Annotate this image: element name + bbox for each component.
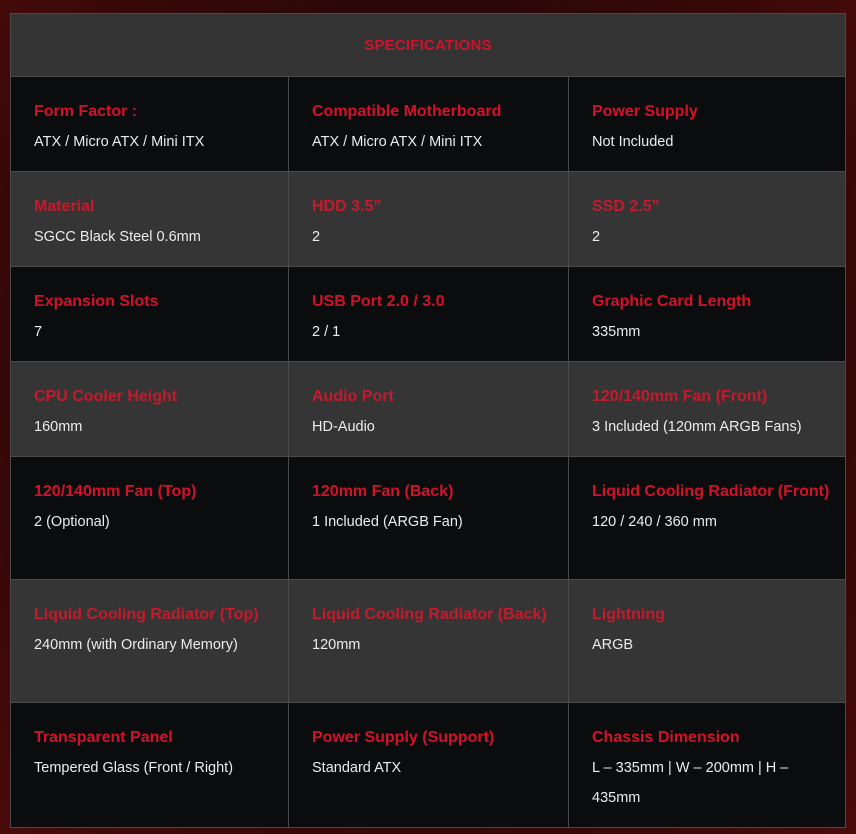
spec-label: HDD 3.5”	[312, 198, 382, 215]
spec-cell: 120/140mm Fan (Top) 2 (Optional)	[10, 456, 289, 580]
table-row: Material SGCC Black Steel 0.6mm HDD 3.5”…	[10, 171, 847, 267]
spec-cell: SSD 2.5” 2	[567, 171, 847, 267]
spec-cell: 120mm Fan (Back) 1 Included (ARGB Fan)	[288, 456, 569, 580]
spec-value: 2 / 1	[312, 324, 341, 340]
spec-cell: 120/140mm Fan (Front) 3 Included (120mm …	[567, 361, 847, 457]
spec-cell: Material SGCC Black Steel 0.6mm	[10, 171, 289, 267]
spec-label: Audio Port	[312, 388, 394, 405]
spec-cell: Power Supply Not Included	[567, 76, 847, 172]
table-header-row: SPECIFICATIONS	[9, 13, 847, 77]
spec-value: ATX / Micro ATX / Mini ITX	[312, 134, 483, 150]
table-row: 120/140mm Fan (Top) 2 (Optional) 120mm F…	[10, 456, 847, 580]
spec-value: 1 Included (ARGB Fan)	[312, 514, 463, 530]
table-row: Expansion Slots 7 USB Port 2.0 / 3.0 2 /…	[10, 266, 847, 362]
spec-label: Transparent Panel	[34, 729, 173, 746]
spec-cell: Transparent Panel Tempered Glass (Front …	[10, 702, 289, 828]
specifications-title: SPECIFICATIONS	[9, 13, 847, 77]
spec-label: Power Supply (Support)	[312, 729, 495, 746]
spec-cell: HDD 3.5” 2	[288, 171, 569, 267]
spec-cell: Liquid Cooling Radiator (Top) 240mm (wit…	[10, 579, 289, 703]
spec-value: 120mm	[312, 637, 361, 653]
specifications-table: SPECIFICATIONS Form Factor : ATX / Micro…	[9, 13, 847, 828]
spec-label: Liquid Cooling Radiator (Front)	[592, 483, 830, 500]
spec-label: Compatible Motherboard	[312, 103, 502, 120]
spec-cell: Audio Port HD-Audio	[288, 361, 569, 457]
spec-cell: Power Supply (Support) Standard ATX	[288, 702, 569, 828]
spec-cell: Expansion Slots 7	[10, 266, 289, 362]
spec-value: 3 Included (120mm ARGB Fans)	[592, 419, 802, 435]
table-row: Transparent Panel Tempered Glass (Front …	[10, 702, 847, 828]
spec-value: Tempered Glass (Front / Right)	[34, 760, 234, 776]
spec-label: Lightning	[592, 606, 665, 623]
spec-label: SSD 2.5”	[592, 198, 660, 215]
spec-label: 120mm Fan (Back)	[312, 483, 454, 500]
spec-label: USB Port 2.0 / 3.0	[312, 293, 445, 310]
spec-value: 7	[34, 324, 43, 340]
spec-cell: Liquid Cooling Radiator (Front) 120 / 24…	[567, 456, 847, 580]
table-row: Form Factor : ATX / Micro ATX / Mini ITX…	[10, 76, 847, 172]
spec-value: 2	[592, 229, 601, 245]
spec-value: Not Included	[592, 134, 674, 150]
spec-value: 240mm (with Ordinary Memory)	[34, 637, 238, 653]
spec-cell: Graphic Card Length 335mm	[567, 266, 847, 362]
spec-cell: USB Port 2.0 / 3.0 2 / 1	[288, 266, 569, 362]
spec-cell: Form Factor : ATX / Micro ATX / Mini ITX	[10, 76, 289, 172]
spec-value: HD-Audio	[312, 419, 375, 435]
spec-label: 120/140mm Fan (Top)	[34, 483, 197, 500]
spec-cell: CPU Cooler Height 160mm	[10, 361, 289, 457]
spec-value: L – 335mm | W – 200mm | H – 435mm	[592, 760, 789, 806]
spec-label: Power Supply	[592, 103, 698, 120]
spec-cell: Compatible Motherboard ATX / Micro ATX /…	[288, 76, 569, 172]
spec-value: Standard ATX	[312, 760, 402, 776]
spec-value: 2 (Optional)	[34, 514, 110, 530]
spec-value: SGCC Black Steel 0.6mm	[34, 229, 201, 245]
spec-cell: Liquid Cooling Radiator (Back) 120mm	[288, 579, 569, 703]
table-row: CPU Cooler Height 160mm Audio Port HD-Au…	[10, 361, 847, 457]
spec-label: Graphic Card Length	[592, 293, 752, 310]
spec-label: Liquid Cooling Radiator (Top)	[34, 606, 259, 623]
spec-label: Chassis Dimension	[592, 729, 740, 746]
spec-label: Form Factor :	[34, 103, 138, 120]
spec-value: 160mm	[34, 419, 83, 435]
spec-value: 120 / 240 / 360 mm	[592, 514, 717, 530]
spec-label: Liquid Cooling Radiator (Back)	[312, 606, 547, 623]
spec-label: CPU Cooler Height	[34, 388, 178, 405]
spec-value: ARGB	[592, 637, 634, 653]
spec-value: 335mm	[592, 324, 641, 340]
spec-cell: Chassis Dimension L – 335mm | W – 200mm …	[567, 702, 847, 828]
spec-cell: Lightning ARGB	[567, 579, 847, 703]
table-row: Liquid Cooling Radiator (Top) 240mm (wit…	[10, 579, 847, 703]
spec-label: Material	[34, 198, 95, 215]
spec-value: 2	[312, 229, 321, 245]
spec-label: 120/140mm Fan (Front)	[592, 388, 768, 405]
spec-value: ATX / Micro ATX / Mini ITX	[34, 134, 205, 150]
spec-label: Expansion Slots	[34, 293, 159, 310]
